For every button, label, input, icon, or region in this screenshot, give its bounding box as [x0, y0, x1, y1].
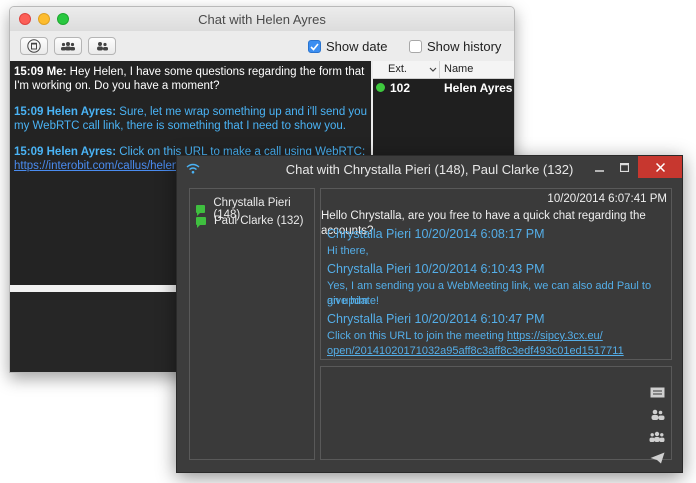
checkbox-unchecked-icon [409, 40, 422, 53]
mac-titlebar: Chat with Helen Ayres [10, 7, 514, 31]
extension-name: Helen Ayres [444, 81, 513, 95]
participants-list: Chrystalla Pieri (148) Paul Clarke (132) [189, 188, 315, 460]
message-text: open/20141020171032a95aff8c3aff8c3edf493… [327, 344, 624, 359]
send-icon[interactable] [649, 451, 665, 465]
message-text: Hi there, [327, 245, 369, 257]
window-title: Chat with Helen Ayres [198, 12, 326, 27]
users-icon [97, 42, 108, 51]
extension-row[interactable]: 102 Helen Ayres [373, 79, 514, 96]
titlebar: Chat with Chrystalla Pieri (148), Paul C… [177, 156, 682, 184]
conversation-view: 10/20/2014 6:07:41 PM Hello Chrystalla, … [320, 188, 672, 360]
show-date-checkbox[interactable]: Show date [308, 39, 387, 54]
minimize-button[interactable] [588, 156, 610, 178]
group-icon[interactable] [649, 429, 665, 443]
delete-history-button[interactable] [20, 37, 48, 55]
webrtc-call-link[interactable]: https://interobit.com/callus/helen [14, 160, 178, 172]
show-history-checkbox[interactable]: Show history [409, 39, 501, 54]
message-text: an update! [327, 295, 379, 307]
chat-bubble-icon [196, 205, 206, 216]
close-button[interactable] [638, 156, 682, 178]
column-header-name[interactable]: Name [444, 63, 473, 75]
checkbox-checked-icon [308, 40, 321, 53]
meeting-link-continued[interactable]: open/20141020171032a95aff8c3aff8c3edf493… [327, 345, 624, 357]
meeting-link[interactable]: https://sipcy.3cx.eu/ [507, 330, 603, 342]
message-header: Chrystalla Pieri 10/20/2014 6:08:17 PM [327, 227, 545, 241]
show-date-label: Show date [326, 39, 388, 54]
online-status-icon [376, 83, 385, 92]
minimize-icon [594, 169, 604, 172]
message-header: Chrystalla Pieri 10/20/2014 6:10:47 PM [327, 312, 545, 326]
show-history-label: Show history [427, 39, 502, 54]
extension-number: 102 [390, 81, 411, 95]
extension-list-header: Ext. Name [373, 61, 514, 79]
conversation-timestamp: 10/20/2014 6:07:41 PM [547, 193, 667, 205]
message-icon[interactable] [649, 385, 665, 399]
message-header: Chrystalla Pieri 10/20/2014 6:10:43 PM [327, 262, 545, 276]
column-header-ext[interactable]: Ext. [388, 63, 407, 75]
conference-button[interactable] [88, 37, 116, 55]
trash-icon [27, 39, 41, 53]
maximize-icon [619, 162, 629, 172]
users-icon[interactable] [649, 407, 665, 421]
message-text: Click on this URL to join the meeting ht… [327, 330, 603, 342]
chevron-down-icon[interactable] [429, 67, 437, 72]
message: 15:09 Helen Ayres: Sure, let me wrap som… [14, 106, 367, 132]
chat-bubble-icon [196, 217, 206, 228]
message: 15:09 Me: Hey Helen, I have some questio… [14, 66, 365, 92]
participant-item[interactable]: Paul Clarke (132) [196, 215, 303, 228]
group-icon [61, 42, 75, 51]
add-participants-button[interactable] [54, 37, 82, 55]
group-chat-window: Chat with Chrystalla Pieri (148), Paul C… [176, 155, 683, 473]
compose-area[interactable] [320, 366, 672, 464]
close-icon [655, 162, 665, 172]
maximize-button[interactable] [613, 156, 635, 178]
